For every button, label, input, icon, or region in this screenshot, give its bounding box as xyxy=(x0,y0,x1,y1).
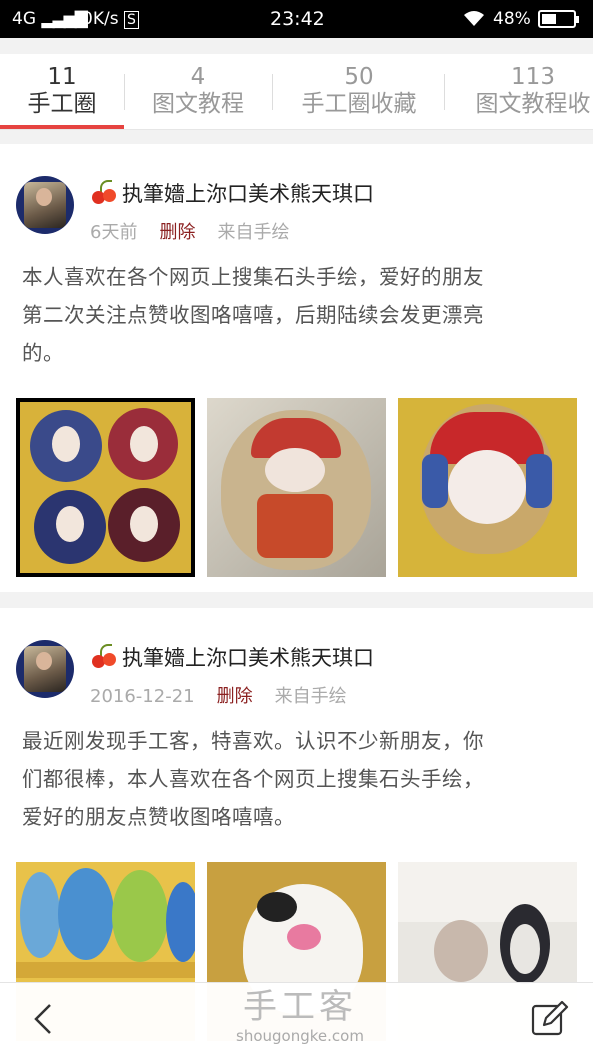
tab-bar: 11 手工圈 4 图文教程 50 手工圈收藏 113 图文教程收 xyxy=(0,38,593,130)
tab-count: 113 xyxy=(511,64,555,90)
tab-divider xyxy=(444,74,445,110)
tab-label: 手工圈 xyxy=(27,91,97,117)
author-name[interactable]: 执筆嬙上沵口美术熊天琪口 xyxy=(122,646,374,670)
post-text-line: 最近刚发现手工客，特喜欢。认识不少新朋友，你 xyxy=(22,729,484,753)
tab-count: 4 xyxy=(190,64,206,90)
logo-text: 手工客 xyxy=(243,987,357,1027)
post-card: 执筆嬙上沵口美术熊天琪口 2016-12-21 删除 来自手绘 最近刚发现手工客，特… xyxy=(0,608,593,1041)
delete-button[interactable]: 删除 xyxy=(159,222,195,243)
back-arrow-icon[interactable] xyxy=(26,1001,62,1037)
bottom-bar: 手工客 shougongke.com xyxy=(0,982,593,1054)
author-row: 执筆嬙上沵口美术熊天琪口 xyxy=(92,642,374,672)
author-row: 执筆嬙上沵口美术熊天琪口 xyxy=(92,178,374,208)
post-time: 6天前 xyxy=(90,222,138,243)
post-text-line: 的。 xyxy=(22,341,64,365)
delete-button[interactable]: 删除 xyxy=(217,686,253,707)
post-meta: 2016-12-21 删除 来自手绘 xyxy=(90,682,347,708)
post-source[interactable]: 来自手绘 xyxy=(275,686,347,707)
post-text[interactable]: 最近刚发现手工客，特喜欢。认识不少新朋友，你 们都很棒，本人喜欢在各个网页上搜集… xyxy=(22,722,572,836)
network-type: 4G xyxy=(12,9,36,29)
post-text-line: 本人喜欢在各个网页上搜集石头手绘，爱好的朋友 xyxy=(22,265,484,289)
tab-divider xyxy=(272,74,273,110)
speed-text: 0K/s xyxy=(82,9,119,29)
network-signal: 4G ▂▃▅▇ xyxy=(12,9,88,29)
tab-circle-favorites[interactable]: 50 手工圈收藏 xyxy=(296,64,422,118)
status-bar: 4G ▂▃▅▇ 0K/s S 23:42 48% xyxy=(0,0,593,38)
section-gap xyxy=(0,592,593,608)
logo-domain: shougongke.com xyxy=(236,1027,364,1045)
battery-icon xyxy=(538,10,579,28)
post-image-opera-figure[interactable] xyxy=(207,398,386,577)
active-tab-indicator xyxy=(0,125,124,129)
tab-count: 50 xyxy=(344,64,374,90)
post-text-line: 爱好的朋友点赞收图咯嘻嘻。 xyxy=(22,805,295,829)
section-gap xyxy=(0,130,593,144)
battery-percent: 48% xyxy=(493,9,531,29)
cherry-icon xyxy=(92,644,118,668)
post-text-line: 第二次关注点赞收图咯嘻嘻，后期陆续会发更漂亮 xyxy=(22,303,484,327)
tab-tutorials[interactable]: 4 图文教程 xyxy=(146,64,250,118)
tab-divider xyxy=(124,74,125,110)
author-name[interactable]: 执筆嬙上沵口美术熊天琪口 xyxy=(122,182,374,206)
tab-label: 图文教程 xyxy=(152,91,244,117)
tab-count: 11 xyxy=(47,64,77,90)
post-meta: 6天前 删除 来自手绘 xyxy=(90,218,289,244)
avatar[interactable] xyxy=(16,640,74,698)
battery-fill xyxy=(542,14,556,24)
tab-label: 手工圈收藏 xyxy=(301,91,417,117)
clock: 23:42 xyxy=(270,8,325,30)
wifi-icon xyxy=(462,9,486,32)
post-image-painted-stones[interactable] xyxy=(16,398,195,577)
signal-bars-icon: ▂▃▅▇ xyxy=(41,9,87,29)
network-speed: 0K/s S xyxy=(82,9,139,29)
post-image-opera-mask[interactable] xyxy=(398,398,577,577)
tab-label: 图文教程收 xyxy=(475,91,591,117)
post-text[interactable]: 本人喜欢在各个网页上搜集石头手绘，爱好的朋友 第二次关注点赞收图咯嘻嘻，后期陆续… xyxy=(22,258,572,372)
tab-handmade-circle[interactable]: 11 手工圈 xyxy=(22,64,102,118)
sim-icon: S xyxy=(123,11,139,29)
compose-icon[interactable] xyxy=(530,999,570,1039)
avatar[interactable] xyxy=(16,176,74,234)
post-time: 2016-12-21 xyxy=(90,686,195,707)
post-source[interactable]: 来自手绘 xyxy=(217,222,289,243)
site-logo: 手工客 shougongke.com xyxy=(220,987,380,1045)
cherry-icon xyxy=(92,180,118,204)
post-text-line: 们都很棒，本人喜欢在各个网页上搜集石头手绘， xyxy=(22,767,484,791)
tab-tutorial-favorites[interactable]: 113 图文教程收 xyxy=(470,64,593,118)
post-card: 执筆嬙上沵口美术熊天琪口 6天前 删除 来自手绘 本人喜欢在各个网页上搜集石头手绘，… xyxy=(0,144,593,592)
